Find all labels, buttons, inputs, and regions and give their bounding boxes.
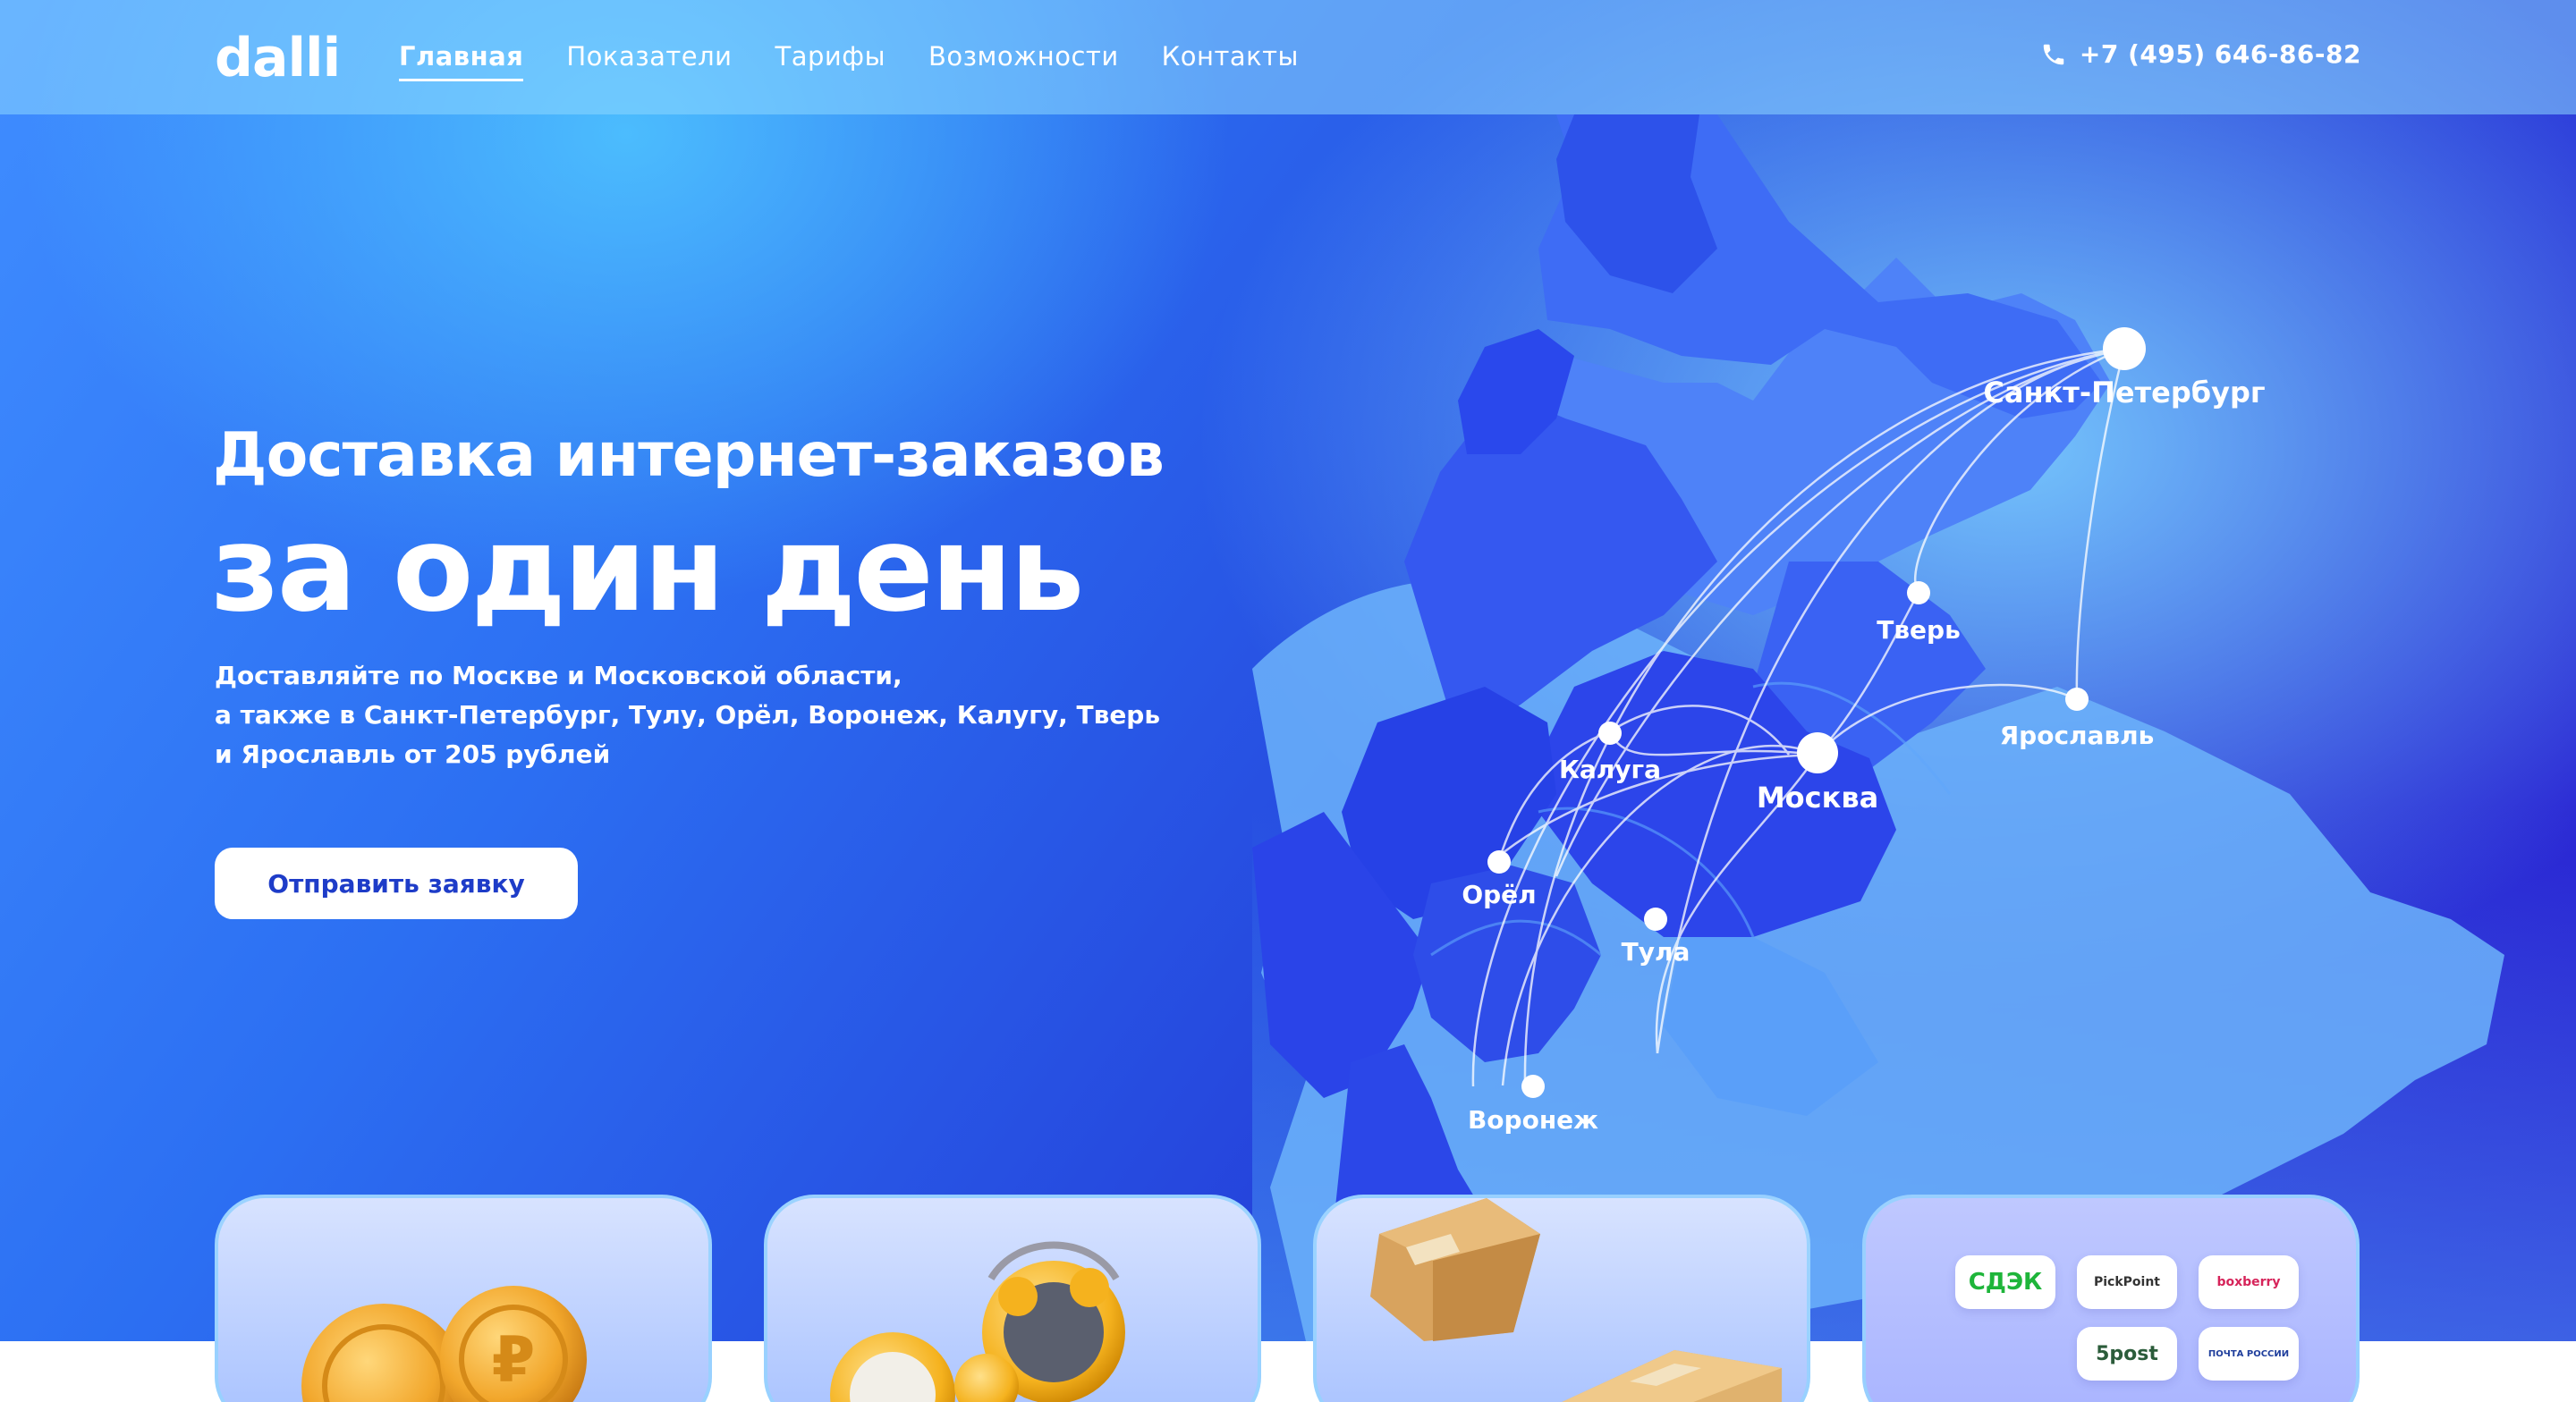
delivery-map: Санкт-Петербург Тверь Ярославль Москва К… <box>1252 114 2504 1341</box>
partner-logo-cdek: СДЭК <box>1955 1255 2055 1309</box>
partner-logo-pickpoint: PickPoint <box>2077 1255 2177 1309</box>
partner-logo-russian-post: ПОЧТА РОССИИ <box>2199 1327 2299 1381</box>
nav-item-tariffs[interactable]: Тарифы <box>775 41 886 81</box>
partner-logo-5post: 5post <box>2077 1327 2177 1381</box>
nav-item-contacts[interactable]: Контакты <box>1162 41 1299 81</box>
hero-subtitle-line: Доставляйте по Москве и Московской облас… <box>215 661 902 690</box>
phone-icon <box>2043 44 2064 64</box>
city-label-kaluga: Калуга <box>1559 755 1661 784</box>
main-nav: Главная Показатели Тарифы Возможности Ко… <box>399 41 1299 81</box>
top-navigation-bar: dalli Главная Показатели Тарифы Возможно… <box>0 0 2576 114</box>
city-label-yaroslavl: Ярославль <box>2000 721 2155 750</box>
hero-subtitle: Доставляйте по Москве и Московской облас… <box>215 656 1199 774</box>
city-label-spb: Санкт-Петербург <box>1983 376 2265 410</box>
feature-card-speed[interactable] <box>764 1195 1261 1402</box>
hero-subtitle-line: а также в Санкт-Петербург, Тулу, Орёл, В… <box>215 700 1161 730</box>
feature-card-price[interactable]: ₽ <box>215 1195 712 1402</box>
hero-title-line2: за один день <box>211 501 1084 638</box>
partner-logo-boxberry: boxberry <box>2199 1255 2299 1309</box>
nav-item-home[interactable]: Главная <box>399 41 524 81</box>
city-label-moscow: Москва <box>1757 781 1878 815</box>
send-request-button[interactable]: Отправить заявку <box>215 848 578 919</box>
hero-section: Санкт-Петербург Тверь Ярославль Москва К… <box>0 0 2576 1341</box>
nav-item-features[interactable]: Возможности <box>928 41 1119 81</box>
nav-item-metrics[interactable]: Показатели <box>566 41 732 81</box>
city-label-orel: Орёл <box>1462 880 1536 909</box>
city-label-tula: Тула <box>1622 937 1690 967</box>
feature-card-partners[interactable]: СДЭК PickPoint boxberry 5post ПОЧТА РОСС… <box>1862 1195 2360 1402</box>
feature-card-delivery[interactable] <box>1313 1195 1810 1402</box>
city-label-voronezh: Воронеж <box>1468 1105 1598 1135</box>
parcel-box-icon <box>1370 1198 1782 1402</box>
hero-subtitle-line: и Ярославль от 205 рублей <box>215 739 611 769</box>
dalli-logo[interactable]: dalli <box>215 27 341 89</box>
phone-contact[interactable]: +7 (495) 646-86-82 <box>2040 39 2361 69</box>
phone-number[interactable]: +7 (495) 646-86-82 <box>2080 39 2361 69</box>
city-label-tver: Тверь <box>1877 615 1961 645</box>
coins-icon: ₽ <box>301 1286 587 1402</box>
svg-text:₽: ₽ <box>492 1323 536 1397</box>
hero-title-line1: Доставка интернет-заказов <box>213 420 1165 491</box>
alarm-clock-icon <box>830 1241 1125 1402</box>
